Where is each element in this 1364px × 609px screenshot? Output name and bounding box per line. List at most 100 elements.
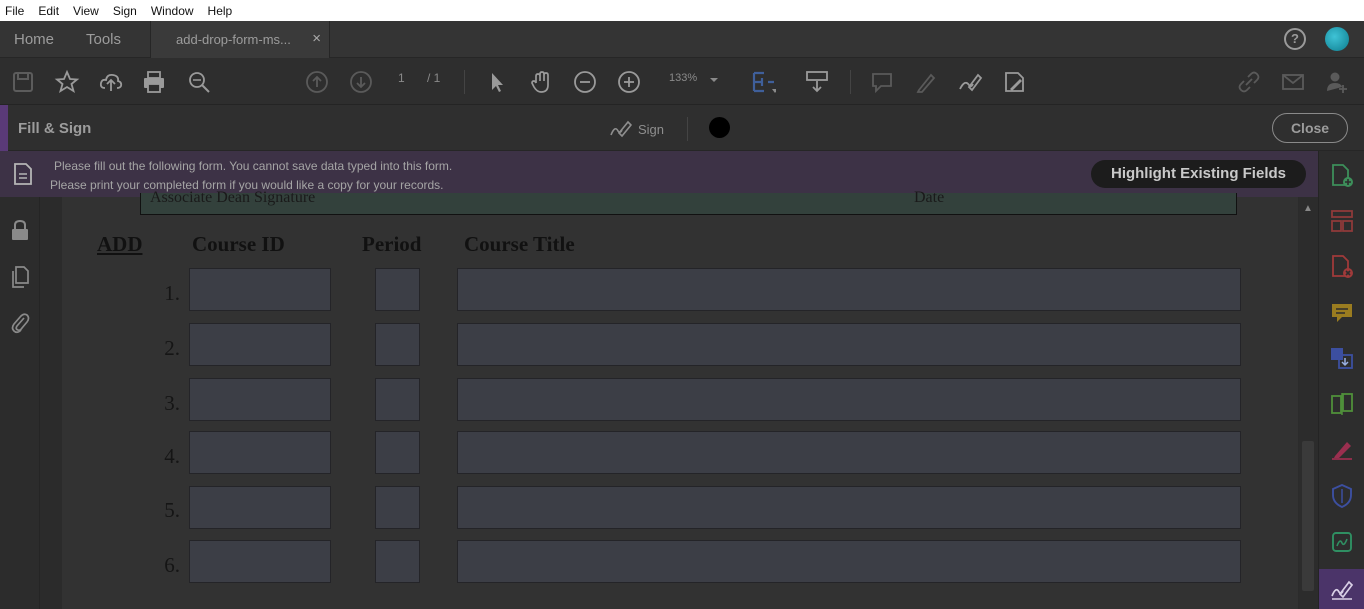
sign-pen-icon[interactable] bbox=[957, 69, 983, 95]
previous-page-icon[interactable] bbox=[304, 69, 330, 95]
highlight-pen-icon[interactable] bbox=[913, 69, 939, 95]
print-icon[interactable] bbox=[141, 69, 167, 95]
toolbar-divider bbox=[464, 70, 465, 94]
zoom-out-icon[interactable] bbox=[572, 69, 598, 95]
page-number-input[interactable]: 1 bbox=[398, 71, 405, 85]
period-field-5[interactable] bbox=[375, 486, 420, 529]
scroll-up-icon[interactable]: ▲ bbox=[1303, 203, 1313, 214]
select-cursor-icon[interactable] bbox=[484, 69, 510, 95]
toolbar: 1 / 1 133% bbox=[0, 58, 1364, 105]
period-field-4[interactable] bbox=[375, 431, 420, 474]
course-id-header: Course ID bbox=[192, 232, 285, 256]
upload-cloud-icon[interactable] bbox=[98, 69, 124, 95]
row-number: 1. bbox=[164, 281, 180, 305]
menu-sign[interactable]: Sign bbox=[113, 4, 137, 18]
menu-bar: File Edit View Sign Window Help bbox=[0, 0, 1364, 21]
signature-row: Associate Dean Signature Date bbox=[140, 189, 1237, 215]
row-number: 6. bbox=[164, 553, 180, 577]
period-field-2[interactable] bbox=[375, 323, 420, 366]
period-field-3[interactable] bbox=[375, 378, 420, 421]
course-title-field-3[interactable] bbox=[457, 378, 1241, 421]
color-swatch[interactable] bbox=[709, 117, 730, 138]
document-area: Associate Dean Signature Date ADD Course… bbox=[40, 189, 1318, 609]
attachment-icon[interactable] bbox=[10, 312, 30, 334]
sign-tool-button[interactable]: Sign bbox=[610, 119, 664, 139]
zoom-level-select[interactable]: 133% bbox=[669, 72, 697, 84]
fill-sign-divider bbox=[687, 117, 688, 141]
fill-sign-tool-icon[interactable] bbox=[1330, 438, 1354, 462]
fill-sign-title: Fill & Sign bbox=[18, 120, 92, 137]
fill-sign-bar: Fill & Sign Sign Close bbox=[0, 105, 1364, 151]
vertical-scrollbar[interactable]: ▲ bbox=[1299, 197, 1318, 609]
period-field-1[interactable] bbox=[375, 268, 420, 311]
menu-view[interactable]: View bbox=[73, 4, 99, 18]
lock-icon[interactable] bbox=[10, 219, 30, 241]
course-title-field-6[interactable] bbox=[457, 540, 1241, 583]
course-title-field-2[interactable] bbox=[457, 323, 1241, 366]
menu-window[interactable]: Window bbox=[151, 4, 194, 18]
create-pdf-icon[interactable] bbox=[1330, 164, 1354, 188]
fill-sign-accent bbox=[0, 105, 8, 151]
scrollbar-thumb[interactable] bbox=[1302, 441, 1314, 591]
period-field-6[interactable] bbox=[375, 540, 420, 583]
sign-tool-label: Sign bbox=[638, 121, 665, 137]
scroll-mode-icon[interactable] bbox=[804, 69, 830, 95]
notice-line-1: Please fill out the following form. You … bbox=[54, 159, 453, 173]
menu-file[interactable]: File bbox=[5, 4, 24, 18]
pdf-page: Associate Dean Signature Date ADD Course… bbox=[62, 189, 1298, 609]
row-number: 4. bbox=[164, 444, 180, 468]
tab-tools[interactable]: Tools bbox=[86, 31, 121, 48]
add-header: ADD bbox=[97, 232, 143, 256]
email-icon[interactable] bbox=[1280, 69, 1306, 95]
hand-tool-icon[interactable] bbox=[528, 69, 554, 95]
comment-icon[interactable] bbox=[869, 69, 895, 95]
help-icon[interactable]: ? bbox=[1284, 28, 1306, 50]
save-icon[interactable] bbox=[10, 69, 36, 95]
compare-files-icon[interactable] bbox=[1330, 392, 1354, 416]
zoom-dropdown-icon[interactable] bbox=[708, 73, 720, 85]
close-tab-icon[interactable]: × bbox=[312, 30, 321, 47]
right-tools-rail bbox=[1318, 151, 1364, 609]
find-icon[interactable] bbox=[186, 69, 212, 95]
course-title-field-1[interactable] bbox=[457, 268, 1241, 311]
next-page-icon[interactable] bbox=[348, 69, 374, 95]
bookmark-star-icon[interactable] bbox=[54, 69, 80, 95]
close-fill-sign-button[interactable]: Close bbox=[1272, 113, 1348, 143]
row-number: 3. bbox=[164, 391, 180, 415]
tab-document-label: add-drop-form-ms... bbox=[176, 32, 291, 47]
fit-page-icon[interactable] bbox=[750, 69, 778, 95]
sign-active-icon bbox=[1331, 580, 1354, 600]
toolbar-divider bbox=[850, 70, 851, 94]
signature-pen-icon bbox=[610, 120, 632, 138]
link-icon[interactable] bbox=[1236, 69, 1262, 95]
organize-pages-icon[interactable] bbox=[1330, 209, 1354, 233]
course-id-field-5[interactable] bbox=[189, 486, 331, 529]
comment-tool-icon[interactable] bbox=[1330, 301, 1354, 325]
period-header: Period bbox=[362, 232, 422, 256]
highlight-existing-fields-button[interactable]: Highlight Existing Fields bbox=[1091, 160, 1306, 188]
edit-form-icon[interactable] bbox=[1001, 69, 1027, 95]
combine-files-icon[interactable] bbox=[1330, 346, 1354, 370]
tab-home[interactable]: Home bbox=[14, 31, 54, 48]
active-fill-sign-tool[interactable] bbox=[1319, 569, 1364, 609]
course-id-field-6[interactable] bbox=[189, 540, 331, 583]
export-pdf-icon[interactable] bbox=[1330, 255, 1354, 279]
page-total: / 1 bbox=[427, 71, 441, 85]
avatar[interactable] bbox=[1325, 27, 1349, 51]
share-user-icon[interactable] bbox=[1324, 69, 1350, 95]
row-number: 2. bbox=[164, 336, 180, 360]
send-for-signature-icon[interactable] bbox=[1330, 530, 1354, 554]
tab-document[interactable]: add-drop-form-ms... × bbox=[150, 21, 330, 58]
course-title-field-4[interactable] bbox=[457, 431, 1241, 474]
course-id-field-4[interactable] bbox=[189, 431, 331, 474]
menu-edit[interactable]: Edit bbox=[38, 4, 59, 18]
course-id-field-3[interactable] bbox=[189, 378, 331, 421]
pages-icon[interactable] bbox=[10, 266, 30, 288]
zoom-in-icon[interactable] bbox=[616, 69, 642, 95]
menu-help[interactable]: Help bbox=[208, 4, 233, 18]
course-title-field-5[interactable] bbox=[457, 486, 1241, 529]
protect-shield-icon[interactable] bbox=[1330, 484, 1354, 508]
course-id-field-2[interactable] bbox=[189, 323, 331, 366]
course-id-field-1[interactable] bbox=[189, 268, 331, 311]
form-document-icon bbox=[14, 163, 32, 185]
